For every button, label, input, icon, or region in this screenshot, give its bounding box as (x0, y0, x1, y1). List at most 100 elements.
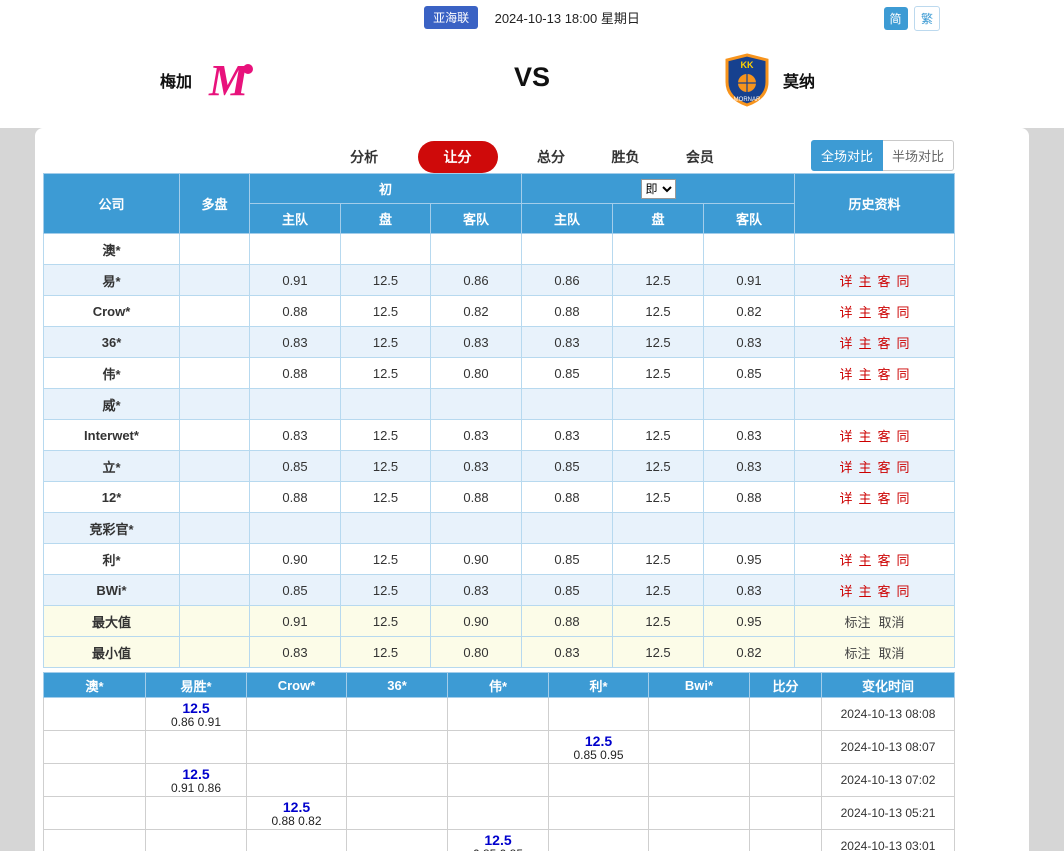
init-away-cell: 0.83 (430, 326, 522, 358)
history-link[interactable]: 主 (858, 429, 871, 444)
history-link[interactable]: 详 (839, 584, 852, 599)
init-handicap-cell: 12.5 (340, 264, 431, 296)
history-link[interactable]: 详 (839, 491, 852, 506)
multi-cell (179, 605, 250, 637)
history-link[interactable]: 主 (858, 336, 871, 351)
summary-action-link[interactable]: 标注 (844, 615, 870, 630)
history-link[interactable]: 详 (839, 553, 852, 568)
history-link[interactable]: 主 (858, 367, 871, 382)
lang-traditional-button[interactable]: 繁 (913, 6, 940, 31)
summary-action-link[interactable]: 标注 (844, 646, 870, 661)
multi-cell (179, 450, 250, 482)
summary-actions-cell: 标注 取消 (794, 605, 955, 637)
init-home-cell: 0.88 (249, 295, 341, 327)
live-handicap-cell: 12.5 (612, 481, 704, 513)
history-link[interactable]: 主 (858, 584, 871, 599)
init-home-cell: 0.88 (249, 357, 341, 389)
change-odds-cell: 12.5 0.86 0.91 (145, 697, 247, 731)
history-link[interactable]: 主 (858, 491, 871, 506)
history-link[interactable]: 客 (878, 305, 891, 320)
history-cell (794, 512, 955, 544)
col-header-init-away: 客队 (430, 203, 522, 234)
page-background: 分析 让分 总分 胜负 会员 全场对比 半场对比 公司 多盘 初 即 历史资料 … (0, 128, 1064, 851)
company-cell: BWi* (43, 574, 180, 606)
history-link[interactable]: 同 (897, 584, 910, 599)
tabs-row: 分析 让分 总分 胜负 会员 全场对比 半场对比 (35, 135, 1029, 173)
tab-total[interactable]: 总分 (537, 147, 565, 167)
lang-simplified-button[interactable]: 简 (883, 7, 908, 30)
col-header-live: 即 (521, 173, 795, 204)
company-cell: 易* (43, 264, 180, 296)
empty-cell (548, 829, 649, 851)
history-link[interactable]: 详 (839, 336, 852, 351)
compare-half-button[interactable]: 半场对比 (882, 140, 954, 171)
history-link[interactable]: 同 (897, 274, 910, 289)
summary-action-link[interactable]: 取消 (879, 615, 905, 630)
history-link[interactable]: 详 (839, 274, 852, 289)
history-link[interactable]: 客 (878, 553, 891, 568)
history-link[interactable]: 客 (878, 274, 891, 289)
history-link[interactable]: 主 (858, 274, 871, 289)
init-home-cell: 0.88 (249, 481, 341, 513)
summary-action-link[interactable]: 取消 (879, 646, 905, 661)
company-cell: 36* (43, 326, 180, 358)
changes-header-bwi: Bwi* (648, 672, 750, 698)
tab-analysis[interactable]: 分析 (350, 147, 378, 167)
tab-winlose[interactable]: 胜负 (611, 147, 639, 167)
empty-cell (43, 730, 146, 764)
tab-member[interactable]: 会员 (686, 147, 714, 167)
history-link[interactable]: 客 (878, 584, 891, 599)
history-link[interactable]: 详 (839, 460, 852, 475)
history-link[interactable]: 详 (839, 367, 852, 382)
init-away-cell (430, 512, 522, 544)
empty-cell (648, 730, 750, 764)
live-home-cell: 0.83 (521, 419, 613, 451)
col-header-init-handicap: 盘 (340, 203, 431, 234)
empty-cell (648, 829, 750, 851)
change-row: 12.5 0.91 0.86 2024-10-13 07:02 (43, 763, 955, 797)
history-link[interactable]: 同 (897, 367, 910, 382)
changes-header-wei: 伟* (447, 672, 549, 698)
summary-live-cell: 0.83 (521, 636, 613, 668)
live-home-cell (521, 388, 613, 420)
init-home-cell: 0.85 (249, 450, 341, 482)
init-home-cell: 0.83 (249, 419, 341, 451)
empty-cell (447, 730, 549, 764)
history-link[interactable]: 主 (858, 460, 871, 475)
col-header-initial: 初 (249, 173, 522, 204)
history-link[interactable]: 客 (878, 367, 891, 382)
empty-cell (648, 763, 750, 797)
compare-toggle: 全场对比 半场对比 (810, 140, 954, 171)
changes-header-score: 比分 (749, 672, 822, 698)
changes-header-time: 变化时间 (821, 672, 955, 698)
history-link[interactable]: 同 (897, 460, 910, 475)
history-link[interactable]: 同 (897, 491, 910, 506)
history-link[interactable]: 客 (878, 336, 891, 351)
live-mode-select[interactable]: 即 (640, 178, 676, 199)
init-away-cell: 0.86 (430, 264, 522, 296)
changes-header-36: 36* (346, 672, 448, 698)
summary-init-cell: 0.90 (430, 605, 522, 637)
history-cell: 详主客同 (794, 295, 955, 327)
history-link[interactable]: 客 (878, 429, 891, 444)
history-link[interactable]: 主 (858, 553, 871, 568)
compare-full-button[interactable]: 全场对比 (810, 140, 883, 171)
empty-cell (43, 829, 146, 851)
odds-row: BWi* 0.85 12.5 0.83 0.85 12.5 0.83 详主客同 (43, 574, 955, 606)
history-link[interactable]: 详 (839, 305, 852, 320)
summary-live-cell: 0.95 (703, 605, 795, 637)
history-link[interactable]: 同 (897, 429, 910, 444)
history-link[interactable]: 同 (897, 336, 910, 351)
live-away-cell: 0.83 (703, 326, 795, 358)
history-link[interactable]: 同 (897, 305, 910, 320)
history-link[interactable]: 同 (897, 553, 910, 568)
history-link[interactable]: 客 (878, 460, 891, 475)
odds-row: Interwet* 0.83 12.5 0.83 0.83 12.5 0.83 详主客同 (43, 419, 955, 451)
history-link[interactable]: 主 (858, 305, 871, 320)
history-link[interactable]: 详 (839, 429, 852, 444)
company-cell: 威* (43, 388, 180, 420)
init-home-cell (249, 512, 341, 544)
live-handicap-cell (612, 512, 704, 544)
history-link[interactable]: 客 (878, 491, 891, 506)
tab-handicap[interactable]: 让分 (417, 141, 498, 173)
